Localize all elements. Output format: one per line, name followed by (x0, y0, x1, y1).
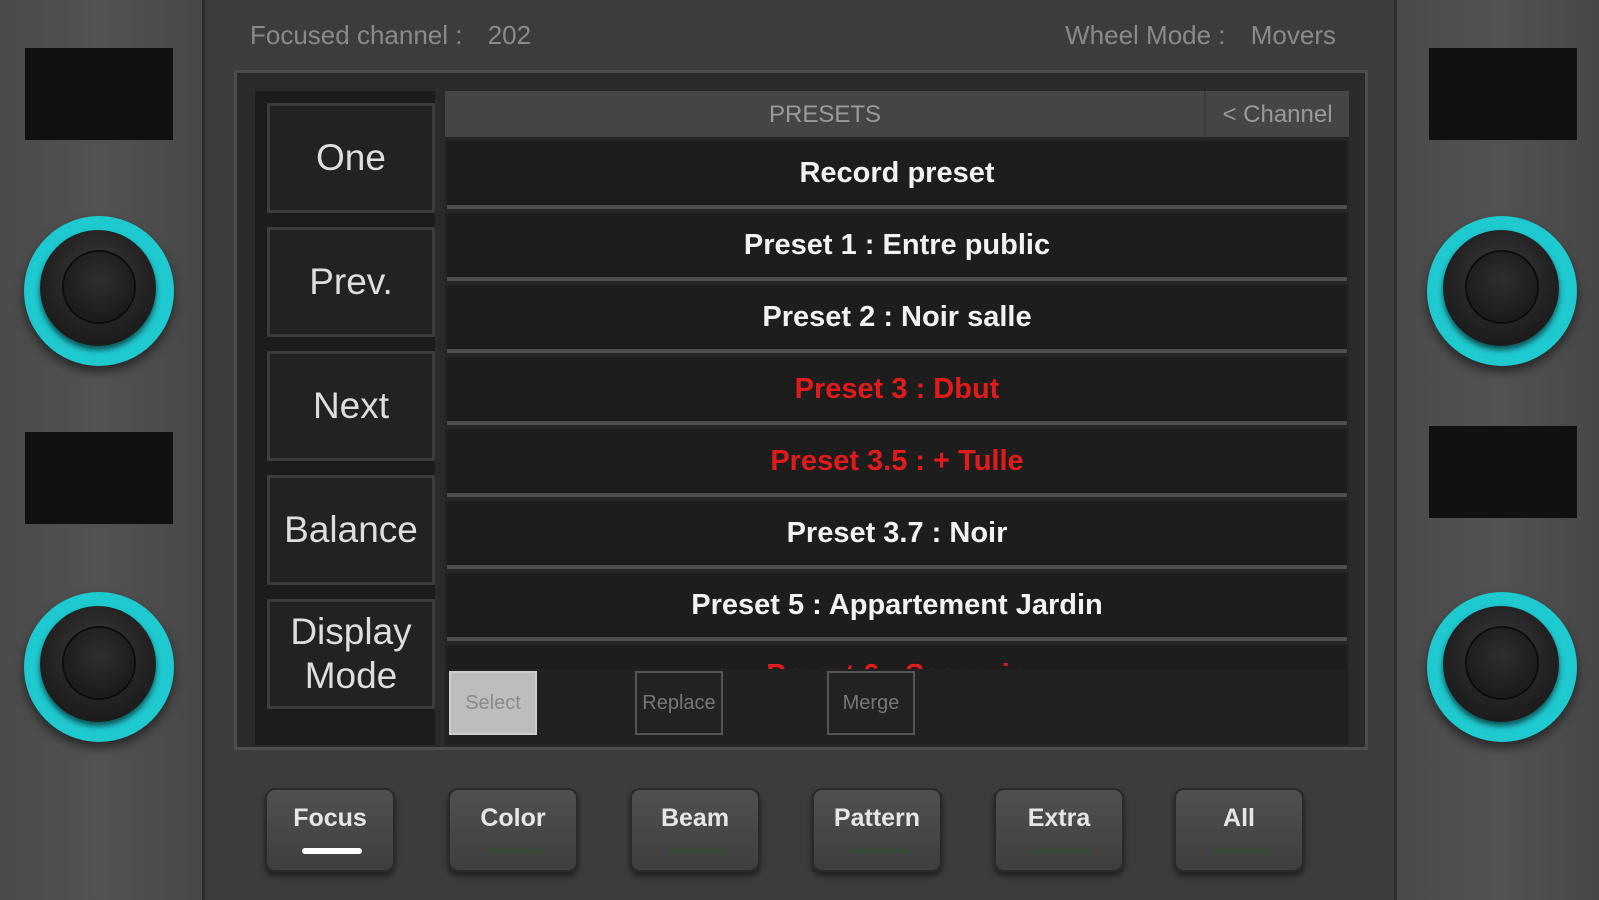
tab-pattern-label: Pattern (833, 804, 921, 832)
tab-extra[interactable]: Extra (994, 788, 1124, 872)
next-button[interactable]: Next (267, 351, 435, 461)
tab-extra-indicator (1031, 848, 1091, 854)
wheel-mode-label: Wheel Mode : (1065, 20, 1226, 50)
merge-button[interactable]: Merge (827, 671, 915, 735)
right-bottom-knob[interactable] (1427, 592, 1577, 742)
left-bottom-knob[interactable] (24, 592, 174, 742)
wheel-mode-value: Movers (1250, 20, 1336, 50)
wheel-mode-readout: Wheel Mode : Movers (1065, 20, 1336, 51)
balance-button[interactable]: Balance (267, 475, 435, 585)
preset-row[interactable]: Preset 3 : Dbut (447, 357, 1347, 425)
left-top-knob[interactable] (24, 216, 174, 366)
tab-focus[interactable]: Focus (265, 788, 395, 872)
presets-header: PRESETS < Channel (445, 91, 1349, 137)
right-top-display (1429, 48, 1577, 140)
preset-row[interactable]: Preset 3.5 : + Tulle (447, 429, 1347, 497)
preset-row[interactable]: Record preset (447, 141, 1347, 209)
navigation-panel: One Prev. Next Balance Display Mode (255, 91, 435, 745)
preset-action-bar: Select Replace Merge (445, 669, 1349, 745)
presets-title: PRESETS (768, 101, 882, 128)
tab-color[interactable]: Color (448, 788, 578, 872)
focused-channel-value: 202 (487, 20, 532, 50)
preset-row[interactable]: Preset 2 : Noir salle (447, 285, 1347, 353)
right-top-knob[interactable] (1427, 216, 1577, 366)
presets-panel: PRESETS < Channel Record preset Preset 1 … (445, 91, 1349, 745)
tab-extra-label: Extra (1027, 804, 1091, 832)
focused-channel-label: Focused channel : (250, 20, 463, 50)
focused-channel-readout: Focused channel : 202 (250, 20, 531, 51)
screen-frame: One Prev. Next Balance Display Mode PRES… (234, 70, 1368, 750)
tab-beam[interactable]: Beam (630, 788, 760, 872)
right-mid-display (1429, 426, 1577, 518)
preset-row[interactable]: Preset 5 : Appartement Jardin (447, 573, 1347, 641)
tab-pattern-indicator (849, 848, 909, 854)
tab-focus-indicator (302, 848, 362, 854)
preset-row[interactable]: Preset 3.7 : Noir (447, 501, 1347, 569)
tab-color-indicator (485, 848, 545, 854)
tab-all-label: All (1223, 804, 1255, 832)
tab-all-indicator (1211, 848, 1271, 854)
main-area: Focused channel : 202 Wheel Mode : Mover… (208, 0, 1394, 900)
display-mode-button[interactable]: Display Mode (267, 599, 435, 709)
left-mid-display (25, 432, 173, 524)
replace-button[interactable]: Replace (635, 671, 723, 735)
select-button[interactable]: Select (449, 671, 537, 735)
tab-beam-label: Beam (660, 804, 730, 832)
right-control-panel (1394, 0, 1599, 900)
tab-color-label: Color (480, 804, 546, 832)
one-button[interactable]: One (267, 103, 435, 213)
left-control-panel (0, 0, 205, 900)
tab-pattern[interactable]: Pattern (812, 788, 942, 872)
preset-row[interactable]: Preset 1 : Entre public (447, 213, 1347, 281)
tab-all[interactable]: All (1174, 788, 1304, 872)
tab-focus-label: Focus (293, 804, 367, 832)
tab-beam-indicator (667, 848, 727, 854)
back-to-channel-button[interactable]: < Channel (1204, 91, 1349, 137)
prev-button[interactable]: Prev. (267, 227, 435, 337)
left-top-display (25, 48, 173, 140)
